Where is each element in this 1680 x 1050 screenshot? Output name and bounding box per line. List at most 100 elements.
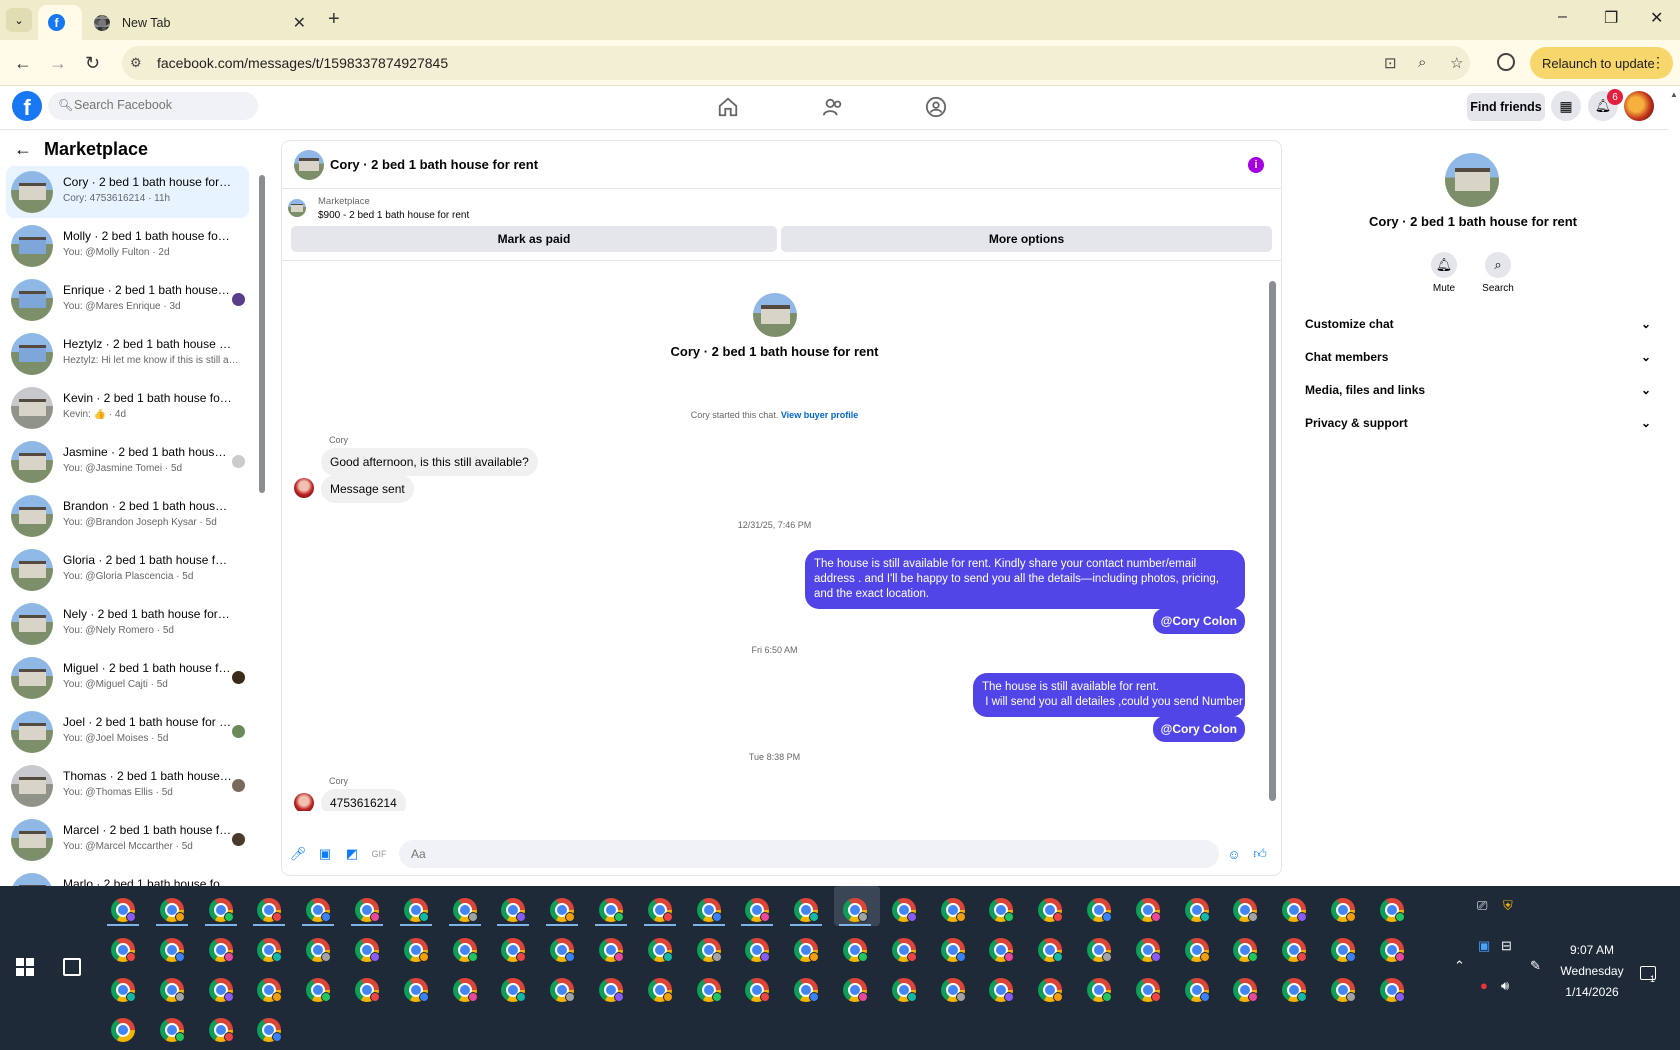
media-files-links-row[interactable]: Media, files and links ⌄ bbox=[1305, 375, 1651, 405]
home-icon[interactable] bbox=[717, 96, 739, 118]
search-icon: ⌕ bbox=[1485, 252, 1511, 278]
conversation-item[interactable]: Brandon · 2 bed 1 bath house for rent Yo… bbox=[6, 490, 249, 542]
bookmark-star-icon[interactable]: ☆ bbox=[1450, 54, 1463, 72]
facebook-logo[interactable]: f bbox=[12, 91, 42, 121]
omnibox[interactable]: ⚙ facebook.com/messages/t/15983378749278… bbox=[122, 46, 1470, 80]
microphone-icon[interactable]: 🎤︎ bbox=[290, 846, 307, 862]
profile-badge-icon bbox=[126, 912, 136, 922]
facebook-search-input[interactable] bbox=[74, 98, 249, 112]
back-button[interactable]: ← bbox=[14, 53, 32, 74]
profile-badge-icon bbox=[1248, 912, 1258, 922]
tab-facebook[interactable]: f bbox=[38, 5, 82, 40]
scrollbar-thumb[interactable] bbox=[259, 175, 265, 493]
view-buyer-profile-link[interactable]: View buyer profile bbox=[781, 410, 858, 420]
gif-icon[interactable]: GIF bbox=[371, 846, 387, 862]
conversation-item[interactable]: Kevin · 2 bed 1 bath house for rent Kevi… bbox=[6, 382, 249, 434]
tab-close-icon[interactable]: ✕ bbox=[293, 13, 306, 33]
mention-bubble[interactable]: @Cory Colon bbox=[1152, 716, 1245, 742]
find-friends-button[interactable]: Find friends bbox=[1467, 93, 1545, 121]
info-avatar[interactable] bbox=[1445, 153, 1499, 207]
back-arrow-icon[interactable]: ← bbox=[14, 139, 32, 160]
search-button[interactable]: ⌕ Search bbox=[1473, 252, 1523, 294]
chat-thumbnail[interactable] bbox=[294, 150, 324, 180]
scrollbar-thumb[interactable] bbox=[1269, 281, 1276, 801]
minimize-button[interactable]: – bbox=[1558, 8, 1567, 26]
profile-icon[interactable] bbox=[1497, 53, 1515, 71]
conversation-item[interactable]: Miguel · 2 bed 1 bath house for rent You… bbox=[6, 652, 249, 704]
sticker-icon[interactable]: ◩ bbox=[344, 846, 360, 862]
meet-now-icon[interactable]: ⎚ bbox=[1477, 898, 1487, 914]
conversation-item[interactable]: Enrique · 2 bed 1 bath house for rent Yo… bbox=[6, 274, 249, 326]
more-options-button[interactable]: More options bbox=[781, 226, 1272, 252]
privacy-support-row[interactable]: Privacy & support ⌄ bbox=[1305, 408, 1651, 438]
conversation-item[interactable]: Molly · 2 bed 1 bath house for rent You:… bbox=[6, 220, 249, 272]
task-view-icon[interactable] bbox=[63, 958, 81, 976]
url-text[interactable]: facebook.com/messages/t/1598337874927845 bbox=[157, 55, 448, 71]
thumbs-up-icon[interactable]: 👍︎ bbox=[1252, 846, 1268, 862]
mention-bubble[interactable]: @Cory Colon bbox=[1152, 608, 1245, 634]
network-icon[interactable]: ⊟ bbox=[1501, 938, 1512, 954]
tab-new-tab[interactable]: New Tab ✕ bbox=[84, 5, 316, 40]
scroll-up-arrow-icon[interactable]: ▲ bbox=[1670, 90, 1678, 99]
more-menu-icon[interactable]: ⋮ bbox=[1651, 54, 1665, 71]
sidebar-title: Marketplace bbox=[44, 139, 149, 159]
conversation-item[interactable]: Joel · 2 bed 1 bath house for rent You: … bbox=[6, 706, 249, 758]
info-icon[interactable]: i bbox=[1248, 157, 1264, 173]
account-avatar[interactable] bbox=[1624, 91, 1654, 121]
running-indicator bbox=[497, 924, 529, 926]
tab-search-dropdown[interactable]: ⌄ bbox=[6, 8, 32, 32]
chat-title[interactable]: Cory · 2 bed 1 bath house for rent bbox=[330, 157, 538, 172]
reload-button[interactable]: ↻ bbox=[85, 53, 100, 74]
message-list[interactable]: Cory · 2 bed 1 bath house for rent Cory … bbox=[282, 261, 1267, 811]
windows-start-icon[interactable] bbox=[16, 958, 34, 976]
incoming-message[interactable]: Message sent bbox=[321, 475, 414, 503]
conversation-item[interactable]: Heztylz · 2 bed 1 bath house for rent He… bbox=[6, 328, 249, 380]
message-input[interactable] bbox=[399, 840, 1219, 868]
sender-avatar[interactable] bbox=[294, 478, 314, 498]
facebook-search[interactable]: 🔍︎ bbox=[48, 92, 258, 120]
conversation-item[interactable]: Nely · 2 bed 1 bath house for rent You: … bbox=[6, 598, 249, 650]
install-app-icon[interactable]: ⊡ bbox=[1384, 54, 1397, 72]
forward-button[interactable]: → bbox=[49, 53, 67, 74]
conversation-item[interactable]: Thomas · 2 bed 1 bath house for rent You… bbox=[6, 760, 249, 812]
pen-icon[interactable]: ✎ bbox=[1530, 958, 1541, 974]
conversation-item[interactable]: Jasmine · 2 bed 1 bath house for rent Yo… bbox=[6, 436, 249, 488]
outgoing-message[interactable]: The house is still available for rent. I… bbox=[973, 673, 1245, 717]
menu-grid-button[interactable]: ▦ bbox=[1551, 91, 1581, 121]
conversation-preview: You: @Nely Romero · 5d bbox=[63, 625, 174, 636]
security-icon[interactable]: ⛨ bbox=[1503, 898, 1513, 914]
profile-badge-icon bbox=[614, 912, 624, 922]
photo-icon[interactable]: ▣ bbox=[317, 846, 333, 862]
conversation-item[interactable]: Gloria · 2 bed 1 bath house for rent You… bbox=[6, 544, 249, 596]
incoming-message[interactable]: 4753616214 bbox=[321, 789, 406, 811]
relaunch-button[interactable]: Relaunch to update ⋮ bbox=[1530, 47, 1673, 79]
app-tray-icon-2[interactable]: ● bbox=[1480, 978, 1488, 993]
conversation-item[interactable]: Marlo · 2 bed 1 bath house for rent bbox=[6, 868, 249, 886]
chevron-up-icon[interactable]: ⌃ bbox=[1454, 958, 1465, 974]
conversation-item[interactable]: Cory · 2 bed 1 bath house for rent Cory:… bbox=[6, 166, 249, 218]
zoom-icon[interactable]: ⌕ bbox=[1418, 54, 1426, 71]
new-tab-button[interactable]: + bbox=[328, 8, 340, 31]
friends-icon[interactable] bbox=[822, 96, 844, 118]
app-tray-icon[interactable]: ▣ bbox=[1478, 938, 1490, 954]
chat-members-row[interactable]: Chat members ⌄ bbox=[1305, 342, 1651, 372]
clock[interactable]: 9:07 AM Wednesday 1/14/2026 bbox=[1548, 940, 1636, 1003]
emoji-icon[interactable]: ☺ bbox=[1226, 846, 1242, 862]
chrome-profile-icon[interactable] bbox=[111, 1018, 135, 1042]
restore-button[interactable]: ❐ bbox=[1604, 8, 1618, 28]
close-window-button[interactable]: ✕ bbox=[1650, 8, 1663, 28]
incoming-message[interactable]: Good afternoon, is this still available? bbox=[321, 448, 538, 476]
sender-avatar[interactable] bbox=[294, 793, 314, 811]
customize-chat-row[interactable]: Customize chat ⌄ bbox=[1305, 309, 1651, 339]
volume-icon[interactable]: 🔊︎ bbox=[1501, 978, 1509, 994]
conversation-item[interactable]: Marcel · 2 bed 1 bath house for rent You… bbox=[6, 814, 249, 866]
mark-as-paid-button[interactable]: Mark as paid bbox=[291, 226, 777, 252]
profile-badge-icon bbox=[1297, 912, 1307, 922]
sidebar-scrollbar[interactable] bbox=[258, 161, 266, 881]
mute-button[interactable]: 🔔︎ Mute bbox=[1419, 252, 1469, 294]
outgoing-message[interactable]: The house is still available for rent. K… bbox=[805, 550, 1245, 609]
chat-scrollbar[interactable] bbox=[1267, 269, 1277, 829]
site-info-icon[interactable]: ⚙ bbox=[130, 55, 142, 71]
groups-icon[interactable] bbox=[925, 96, 947, 118]
page-scrollbar[interactable]: ▲ bbox=[1668, 86, 1680, 886]
